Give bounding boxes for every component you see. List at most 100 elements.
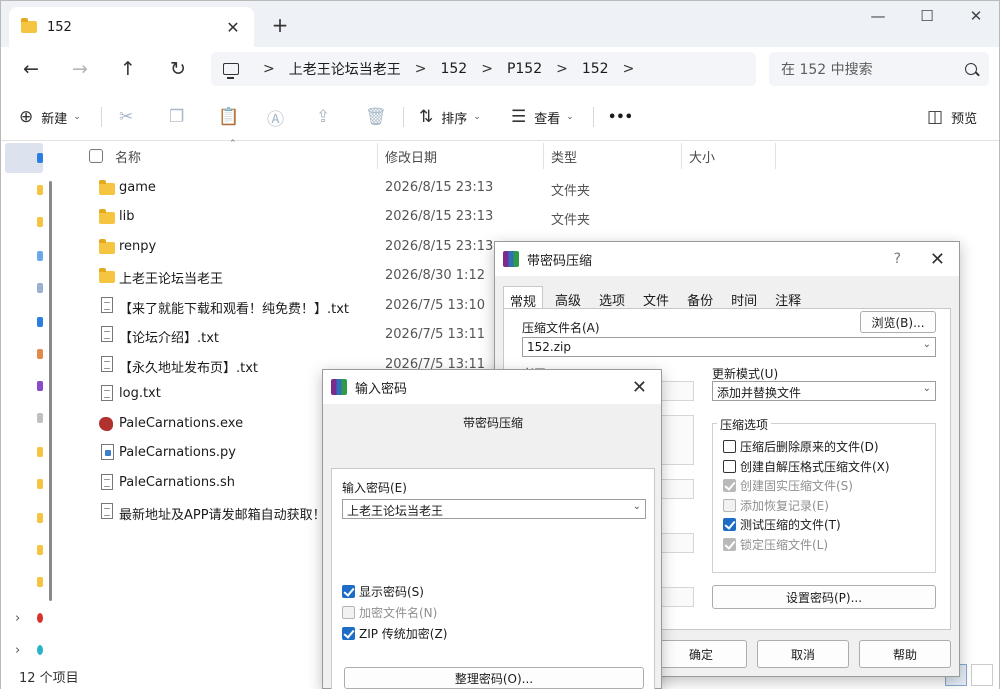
chevron-right-icon[interactable]: > (481, 61, 493, 77)
column-header-type[interactable]: 类型 (551, 141, 577, 171)
nav-item-icon[interactable] (37, 413, 43, 423)
folder-icon[interactable] (37, 545, 43, 555)
create-sfx-checkbox[interactable]: 创建自解压格式压缩文件(X) (723, 458, 890, 475)
column-divider[interactable] (377, 143, 378, 169)
chevron-right-icon[interactable]: > (263, 61, 275, 77)
folder-icon[interactable] (37, 217, 43, 227)
close-window-button[interactable]: ✕ (961, 7, 991, 25)
breadcrumb[interactable]: > 上老王论坛当老王 > 152 > P152 > 152 > (211, 52, 756, 86)
organize-passwords-button[interactable]: 整理密码(O)... (344, 667, 644, 689)
preview-pane-button[interactable]: ◫ 预览 (927, 105, 977, 129)
password-input[interactable]: 上老王论坛当老王 ⌄ (342, 499, 646, 519)
column-divider[interactable] (775, 143, 776, 169)
chevron-right-icon[interactable]: › (15, 611, 20, 626)
ok-button[interactable]: 确定 (655, 640, 747, 668)
chevron-right-icon[interactable]: > (415, 61, 427, 77)
list-item[interactable]: lib 2026/8/15 23:13 文件夹 (53, 202, 999, 231)
close-icon[interactable]: ✕ (930, 249, 945, 270)
zip-legacy-encryption-checkbox[interactable]: ZIP 传统加密(Z) (342, 625, 447, 642)
view-button[interactable]: ☰ 查看 ⌄ (511, 105, 574, 129)
column-divider[interactable] (681, 143, 682, 169)
close-icon[interactable]: ✕ (632, 377, 647, 398)
archive-name-combo[interactable]: 152.zip ⌄ (522, 337, 936, 357)
show-password-checkbox[interactable]: 显示密码(S) (342, 583, 424, 600)
folder-icon[interactable] (37, 513, 43, 523)
checkbox-box[interactable] (342, 585, 355, 598)
column-divider[interactable] (543, 143, 544, 169)
folder-icon (21, 18, 37, 33)
checkbox-label: 显示密码(S) (359, 585, 424, 599)
archive-dialog-titlebar[interactable]: 带密码压缩 ? ✕ (495, 242, 959, 276)
column-header-modified[interactable]: 修改日期 (385, 141, 437, 171)
folder-icon[interactable] (37, 447, 43, 457)
refresh-button[interactable]: ↻ (164, 56, 192, 82)
tiles-view-button[interactable] (971, 664, 993, 686)
text-file-icon (101, 297, 113, 313)
delete-after-archiving-checkbox[interactable]: 压缩后删除原来的文件(D) (723, 438, 879, 455)
paste-button[interactable]: 📋 (218, 105, 247, 129)
chevron-down-icon[interactable]: ⌄ (633, 501, 641, 512)
chevron-right-icon[interactable]: > (556, 61, 568, 77)
nav-item-icon[interactable] (37, 153, 43, 163)
chevron-down-icon[interactable]: ⌄ (923, 339, 931, 350)
update-mode-select[interactable]: 添加并替换文件 ⌄ (712, 381, 936, 401)
new-tab-button[interactable]: + (269, 13, 291, 37)
folder-icon[interactable] (37, 479, 43, 489)
nav-item-icon[interactable] (37, 283, 43, 293)
test-files-checkbox[interactable]: 测试压缩的文件(T) (723, 516, 841, 533)
rename-button[interactable]: Ⓐ (267, 105, 292, 130)
command-bar: ⊕ 新建 ⌄ ✂ ❐ 📋 Ⓐ ⇪ 🗑 ⇅ 排序 ⌄ ☰ 查看 ⌄ ••• ◫ 预… (1, 93, 999, 141)
chevron-right-icon[interactable]: › (15, 643, 20, 658)
chevron-down-icon[interactable]: ⌄ (923, 383, 931, 394)
cut-button[interactable]: ✂ (119, 105, 141, 129)
close-tab-icon[interactable]: ✕ (224, 18, 242, 37)
folder-icon (99, 239, 115, 254)
this-pc-icon[interactable] (223, 63, 239, 79)
nav-item-icon[interactable] (37, 645, 43, 655)
navigation-scrollbar[interactable] (49, 181, 52, 601)
cancel-button[interactable]: 取消 (757, 640, 849, 668)
search-input[interactable]: 在 152 中搜索 (769, 52, 989, 86)
breadcrumb-item[interactable]: P152 (507, 61, 542, 77)
text-file-icon (101, 385, 113, 401)
minimize-button[interactable]: — (863, 7, 893, 25)
column-header-name[interactable]: 名称 (115, 141, 141, 171)
breadcrumb-item[interactable]: 上老王论坛当老王 (289, 59, 401, 79)
sort-button[interactable]: ⇅ 排序 ⌄ (419, 105, 481, 129)
checkbox-box[interactable] (342, 627, 355, 640)
up-button[interactable]: ↑ (114, 56, 142, 82)
password-dialog-heading: 带密码压缩 (463, 416, 524, 430)
list-item[interactable]: game 2026/8/15 23:13 文件夹 (53, 173, 999, 202)
forward-button[interactable]: → (66, 56, 94, 82)
tab-152[interactable]: 152 ✕ (9, 7, 254, 47)
navigation-pane[interactable]: › › (1, 141, 53, 661)
checkbox-box[interactable] (723, 518, 736, 531)
breadcrumb-item[interactable]: 152 (582, 61, 609, 77)
breadcrumb-item[interactable]: 152 (440, 61, 467, 77)
browse-button[interactable]: 浏览(B)... (860, 311, 936, 333)
column-header-size[interactable]: 大小 (689, 141, 715, 171)
folder-icon[interactable] (37, 577, 43, 587)
folder-icon[interactable] (37, 185, 43, 195)
maximize-button[interactable]: ☐ (912, 7, 942, 25)
delete-button[interactable]: 🗑 (365, 105, 395, 129)
share-button[interactable]: ⇪ (316, 105, 338, 129)
more-options-button[interactable]: ••• (608, 105, 633, 129)
password-dialog-titlebar[interactable]: 输入密码 ✕ (323, 370, 661, 404)
back-button[interactable]: ← (17, 56, 45, 82)
help-button[interactable]: 帮助 (859, 640, 951, 668)
nav-item-icon[interactable] (37, 251, 43, 261)
checkbox-box[interactable] (723, 440, 736, 453)
nav-item-icon[interactable] (37, 381, 43, 391)
chevron-right-icon[interactable]: > (623, 61, 635, 77)
copy-icon: ❐ (169, 107, 185, 127)
nav-item-icon[interactable] (37, 317, 43, 327)
set-password-button[interactable]: 设置密码(P)... (712, 585, 936, 609)
new-button[interactable]: ⊕ 新建 ⌄ (19, 105, 81, 129)
select-all-checkbox[interactable] (89, 149, 103, 163)
nav-item-icon[interactable] (37, 349, 43, 359)
nav-item-icon[interactable] (37, 613, 43, 623)
copy-button[interactable]: ❐ (169, 105, 192, 129)
help-icon[interactable]: ? (894, 251, 901, 267)
checkbox-box[interactable] (723, 460, 736, 473)
